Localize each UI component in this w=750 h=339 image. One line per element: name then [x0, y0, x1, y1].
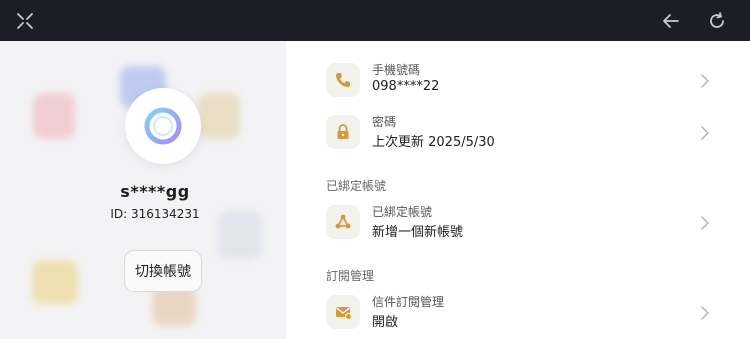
mail-icon-tile — [326, 295, 360, 329]
background-character-art — [198, 93, 240, 139]
lock-icon — [337, 124, 349, 139]
password-title: 密碼 — [372, 115, 397, 129]
username: s****gg — [120, 182, 190, 201]
app-logo-icon — [144, 107, 182, 145]
user-id: ID: 316134231 — [110, 207, 200, 221]
profile-panel: s****gg ID: 316134231 切換帳號 — [0, 41, 286, 339]
chevron-right-icon — [701, 126, 709, 140]
mail-icon — [336, 307, 352, 320]
phone-icon-tile — [326, 63, 360, 97]
chevron-right-icon — [701, 74, 709, 88]
lock-icon-tile — [326, 115, 360, 149]
refresh-button[interactable] — [704, 8, 730, 34]
phone-icon — [336, 73, 350, 87]
avatar[interactable] — [125, 88, 201, 164]
chevron-right-icon — [701, 216, 709, 230]
password-value: 上次更新 2025/5/30 — [372, 135, 495, 150]
account-settings: 手機號碼 098****22 密碼 上次更新 2025/5/30 已綁定帳號 已… — [286, 41, 750, 339]
arrow-left-icon — [663, 14, 679, 28]
linked-accounts-section-title: 已綁定帳號 — [326, 179, 387, 193]
chevron-right-icon — [701, 306, 709, 320]
mail-subscription-value: 開啟 — [372, 315, 399, 330]
close-button[interactable] — [12, 8, 38, 34]
background-character-art — [152, 286, 196, 326]
linked-accounts-value: 新增一個新帳號 — [372, 225, 464, 240]
top-bar — [0, 0, 750, 41]
phone-value: 098****22 — [372, 79, 440, 94]
background-character-art — [33, 93, 75, 139]
password-row[interactable]: 密碼 上次更新 2025/5/30 — [326, 113, 726, 153]
link-nodes-icon — [335, 214, 351, 229]
subscription-section-title: 訂閱管理 — [326, 269, 375, 283]
mail-subscription-row[interactable]: 信件訂閱管理 開啟 — [326, 293, 726, 333]
linked-accounts-title: 已綁定帳號 — [372, 205, 433, 219]
background-character-art — [32, 260, 78, 304]
linked-accounts-row[interactable]: 已綁定帳號 新增一個新帳號 — [326, 203, 726, 243]
close-icon — [17, 13, 33, 29]
phone-title: 手機號碼 — [372, 63, 421, 77]
back-button[interactable] — [658, 8, 684, 34]
switch-account-button[interactable]: 切換帳號 — [124, 250, 202, 292]
link-nodes-icon-tile — [326, 205, 360, 239]
phone-row[interactable]: 手機號碼 098****22 — [326, 61, 726, 101]
refresh-icon — [710, 12, 724, 28]
mail-subscription-title: 信件訂閱管理 — [372, 295, 445, 309]
